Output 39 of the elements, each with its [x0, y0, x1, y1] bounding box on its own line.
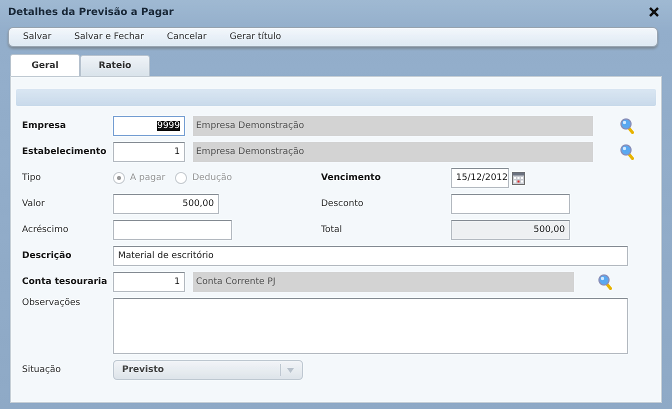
toolbar-button[interactable]: Salvar e Fechar — [74, 32, 144, 42]
field-label: Situação — [22, 365, 62, 375]
field-label: Total — [321, 225, 344, 235]
status-dropdown[interactable]: Previsto — [113, 360, 303, 380]
surcharge-field[interactable] — [113, 220, 232, 240]
close-icon[interactable] — [648, 6, 660, 18]
value-field[interactable]: 500,00 — [113, 194, 219, 214]
notes-field[interactable] — [113, 298, 628, 354]
total-field: 500,00 — [451, 220, 570, 240]
field-label: Observações — [22, 298, 82, 308]
code-field[interactable]: 9999 — [113, 116, 185, 136]
calendar-icon[interactable] — [512, 172, 525, 184]
field-label: Tipo — [22, 173, 42, 183]
name-field: Conta Corrente PJ — [193, 272, 574, 292]
date-field[interactable]: 15/12/2012 — [451, 168, 509, 188]
toolbar-button[interactable]: Gerar título — [230, 32, 282, 42]
description-field[interactable]: Material de escritório — [113, 246, 628, 266]
field-label: Conta tesouraria — [22, 277, 108, 287]
field-label: Estabelecimento — [22, 147, 108, 157]
search-icon[interactable] — [620, 144, 634, 160]
caret-icon — [287, 368, 294, 372]
field-label: Acréscimo — [22, 225, 70, 235]
name-field: Empresa Demonstração — [193, 116, 593, 136]
name-field: Empresa Demonstração — [193, 142, 593, 162]
discount-field[interactable] — [451, 194, 570, 214]
tab[interactable]: Rateio — [80, 55, 150, 76]
toolbar-button[interactable]: Cancelar — [166, 32, 207, 42]
tab[interactable]: Geral — [10, 54, 80, 76]
code-field[interactable]: 1 — [113, 272, 185, 292]
field-label: Descrição — [22, 251, 72, 261]
toolbar-button[interactable]: Salvar — [23, 32, 52, 42]
field-label: Valor — [22, 199, 46, 209]
field-label: Vencimento — [321, 173, 382, 183]
field-label: Desconto — [321, 199, 364, 209]
window-title: Detalhes da Previsão a Pagar — [8, 6, 174, 18]
code-field[interactable]: 1 — [113, 142, 185, 162]
field-label: Empresa — [22, 121, 67, 131]
search-icon[interactable] — [620, 118, 634, 134]
search-icon[interactable] — [598, 274, 612, 290]
